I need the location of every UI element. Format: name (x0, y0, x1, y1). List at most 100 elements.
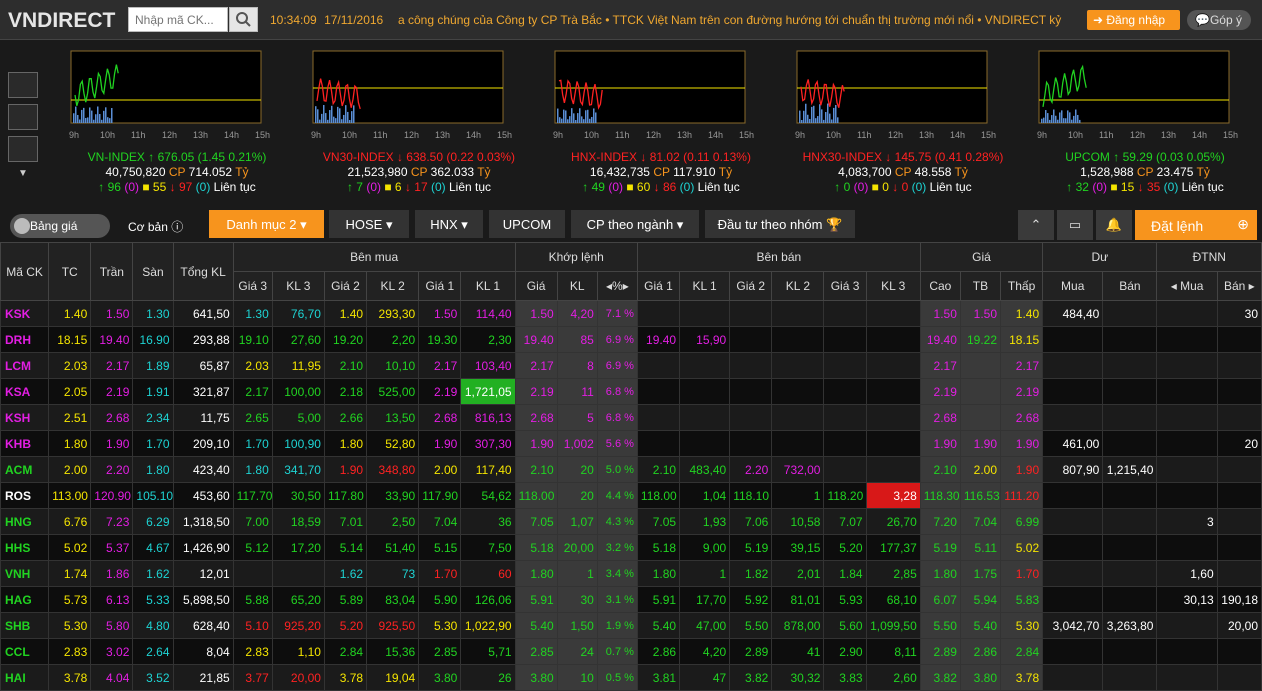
symbol-cell[interactable]: HAI (0, 664, 50, 691)
table-row[interactable]: ROS 113.00 120.90 105.10 453,60 117.70 30,50 11… (0, 482, 1262, 509)
col-ban-kl1[interactable]: KL 1 (679, 271, 731, 301)
table-cell: 15,90 (679, 326, 731, 353)
login-button[interactable]: ➜ Đăng nhập (1087, 10, 1180, 30)
col-kl1[interactable]: KL 1 (460, 271, 516, 301)
symbol-cell[interactable]: HNG (0, 508, 50, 535)
table-row[interactable]: SHB 5.30 5.80 4.80 628,40 5.10 925,20 5.20 925,5… (0, 612, 1262, 639)
col-san[interactable]: Sàn (132, 242, 174, 301)
index-card[interactable]: 9h 10h 11h 12h 13h 14h 15h VN30-INDEX ↓ 638.50 … (309, 40, 539, 205)
table-cell: 2,30 (460, 326, 516, 353)
table-row[interactable]: ACM 2.00 2.20 1.80 423,40 1.80 341,70 1.90 348,8… (0, 456, 1262, 483)
col-ban-gia1[interactable]: Giá 1 (636, 271, 681, 301)
col-ma-ck[interactable]: Mã CK (0, 242, 50, 301)
symbol-cell[interactable]: KHB (0, 430, 50, 457)
symbol-cell[interactable]: DRH (0, 326, 50, 353)
col-ban-gia3[interactable]: Giá 3 (823, 271, 867, 301)
index-card[interactable]: 9h 10h 11h 12h 13h 14h 15h HNX30-INDEX ↓ 145.75… (793, 40, 1023, 205)
tab-hnx[interactable]: HNX ▾ (415, 210, 483, 238)
symbol-cell[interactable]: SHB (0, 612, 50, 639)
feedback-button[interactable]: 💬Góp ý (1187, 10, 1251, 30)
search-input[interactable] (128, 7, 228, 32)
monitor-button[interactable]: ▭ (1057, 210, 1093, 240)
col-ban-gia2[interactable]: Giá 2 (729, 271, 773, 301)
table-cell (865, 378, 921, 405)
col-tran[interactable]: Trần (90, 242, 134, 301)
col-khop-gia[interactable]: Giá (514, 271, 558, 301)
col-tb[interactable]: TB (959, 271, 1002, 301)
collapse-button[interactable]: ⌃ (1018, 210, 1054, 240)
line-chart-icon[interactable] (8, 72, 38, 98)
table-row[interactable]: VNH 1.74 1.86 1.62 12,01 1.62 73 1.70 60 1.80 1 3.4… (0, 560, 1262, 587)
symbol-cell[interactable]: VNH (0, 560, 50, 587)
table-cell (1216, 508, 1262, 535)
col-tong-kl[interactable]: Tổng KL (172, 242, 234, 301)
table-row[interactable]: HNG 6.76 7.23 6.29 1,318,50 7.00 18,59 7.01 2,50… (0, 508, 1262, 535)
symbol-cell[interactable]: HHS (0, 534, 50, 561)
col-gia1[interactable]: Giá 1 (418, 271, 462, 301)
col-du-ban[interactable]: Bán (1102, 271, 1158, 301)
table-row[interactable]: HAI 3.78 4.04 3.52 21,85 3.77 20,00 3.78 19,04 3.… (0, 664, 1262, 691)
place-order-button[interactable]: Đặt lệnh ⊕ (1135, 210, 1257, 240)
tab-danh-muc[interactable]: Danh mục 2 ▾ (209, 210, 324, 238)
tab-hose[interactable]: HOSE ▾ (329, 210, 409, 238)
col-thap[interactable]: Thấp (999, 271, 1044, 301)
symbol-cell[interactable]: KSH (0, 404, 50, 431)
symbol-cell[interactable]: KSA (0, 378, 50, 405)
volume-bar (87, 117, 89, 123)
table-cell: 113.00 (48, 482, 92, 509)
notification-button[interactable]: 🔔 (1096, 210, 1132, 240)
table-cell: 4,20 (679, 638, 731, 665)
table-cell: 2,50 (366, 508, 420, 535)
col-du-mua[interactable]: Mua (1042, 271, 1104, 301)
table-row[interactable]: KSK 1.40 1.50 1.30 641,50 1.30 76,70 1.40 293,30… (0, 300, 1262, 327)
table-row[interactable]: LCM 2.03 2.17 1.89 65,87 2.03 11,95 2.10 10,10 2.… (0, 352, 1262, 379)
col-nn-mua[interactable]: ◂ Mua (1156, 271, 1218, 301)
col-khop-pct[interactable]: ◂%▸ (596, 271, 638, 301)
col-ban-kl2[interactable]: KL 2 (771, 271, 825, 301)
table-cell: 341,70 (271, 456, 325, 483)
symbol-cell[interactable]: CCL (0, 638, 50, 665)
search-button[interactable] (229, 7, 258, 32)
index-arrow-icon: ↑ (148, 150, 155, 164)
index-card[interactable]: 9h 10h 11h 12h 13h 14h 15h HNX-INDEX ↓ 81.02 (0… (551, 40, 781, 205)
chevron-down-icon[interactable]: ▼ (8, 168, 38, 182)
symbol-cell[interactable]: HAG (0, 586, 50, 613)
tab-cp-theo-nganh[interactable]: CP theo ngành ▾ (571, 210, 699, 238)
news-ticker[interactable]: a công chúng của Công ty CP Trà Bắc • TT… (398, 13, 1084, 29)
col-ban-kl3[interactable]: KL 3 (865, 271, 921, 301)
col-cao[interactable]: Cao (919, 271, 961, 301)
tab-dau-tu-theo-nhom[interactable]: Đầu tư theo nhóm 🏆 (705, 210, 855, 238)
table-row[interactable]: HAG 5.73 6.13 5.33 5,898,50 5.88 65,20 5.89 83,0… (0, 586, 1262, 613)
col-tc[interactable]: TC (48, 242, 92, 301)
table-row[interactable]: HHS 5.02 5.37 4.67 1,426,90 5.12 17,20 5.14 51,4… (0, 534, 1262, 561)
tab-bang-gia[interactable]: Bảng giá (10, 214, 110, 238)
camera-icon[interactable] (8, 136, 38, 162)
table-row[interactable]: DRH 18.15 19.40 16.90 293,88 19.10 27,60 19.20 2… (0, 326, 1262, 353)
symbol-cell[interactable]: KSK (0, 300, 50, 327)
index-name: VN30-INDEX ↓ 638.50 (0.22 0.03%) (309, 150, 529, 164)
index-card[interactable]: 9h 10h 11h 12h 13h 14h 15h VN-INDEX ↑ 676.05 (1… (67, 40, 297, 205)
volume-bar (341, 119, 343, 123)
table-cell: 2.68 (418, 404, 462, 431)
table-row[interactable]: KSA 2.05 2.19 1.91 321,87 2.17 100,00 2.18 525,0… (0, 378, 1262, 405)
tab-co-ban[interactable]: Cơ bản ⓘ (128, 218, 183, 235)
symbol-cell[interactable]: ROS (0, 482, 50, 509)
col-kl3[interactable]: KL 3 (271, 271, 325, 301)
table-cell: 177,37 (865, 534, 921, 561)
symbol-cell[interactable]: ACM (0, 456, 50, 483)
toggle-icon: ▸ (622, 279, 629, 293)
table-cell: 3.1 % (596, 586, 638, 613)
table-cell: 1,07 (556, 508, 598, 535)
bar-chart-icon[interactable] (8, 104, 38, 130)
col-kl2[interactable]: KL 2 (366, 271, 420, 301)
table-row[interactable]: CCL 2.83 3.02 2.64 8,04 2.83 1,10 2.84 15,36 2.85… (0, 638, 1262, 665)
index-card[interactable]: 9h 10h 11h 12h 13h 14h 15h UPCOM ↑ 59.29 (0.03 … (1035, 40, 1262, 205)
table-row[interactable]: KSH 2.51 2.68 2.34 11,75 2.65 5,00 2.66 13,50 2.6… (0, 404, 1262, 431)
col-gia3[interactable]: Giá 3 (232, 271, 273, 301)
tab-upcom[interactable]: UPCOM (489, 210, 565, 238)
table-row[interactable]: KHB 1.80 1.90 1.70 209,10 1.70 100,90 1.80 52,80… (0, 430, 1262, 457)
col-gia2[interactable]: Giá 2 (323, 271, 368, 301)
col-nn-ban[interactable]: Bán ▸ (1216, 271, 1262, 301)
col-khop-kl[interactable]: KL (556, 271, 598, 301)
symbol-cell[interactable]: LCM (0, 352, 50, 379)
